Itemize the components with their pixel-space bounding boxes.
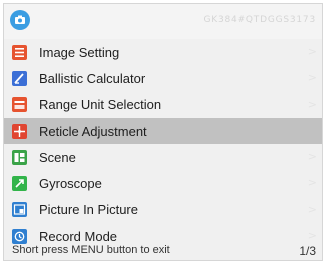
record-mode-icon <box>12 228 27 244</box>
picture-in-picture-icon <box>12 202 27 218</box>
chevron-right-icon: > <box>307 45 317 58</box>
exit-hint: Short press MENU button to exit <box>12 244 170 256</box>
page-indicator: 1/3 <box>299 244 316 258</box>
menu-item-label: Scene <box>39 149 76 165</box>
device-serial: GK384#QTDGGS3173 <box>203 15 316 25</box>
chevron-right-icon: > <box>307 202 317 216</box>
menu-item-reticle-adjustment[interactable]: Reticle Adjustment <box>4 117 322 145</box>
settings-menu-panel: GK384#QTDGGS3173 Image Setting > Ballist… <box>3 3 323 261</box>
menu-item-ballistic-calculator[interactable]: Ballistic Calculator > <box>4 65 322 91</box>
menu-item-label: Image Setting <box>39 44 120 60</box>
chevron-right-icon: > <box>307 71 317 85</box>
menu-item-scene[interactable]: Scene > <box>4 144 322 170</box>
gyroscope-icon <box>12 176 27 192</box>
menu-item-gyroscope[interactable]: Gyroscope > <box>4 170 322 196</box>
menu-item-label: Picture In Picture <box>39 202 138 218</box>
menu-item-range-unit-selection[interactable]: Range Unit Selection > <box>4 92 322 118</box>
menu-item-image-setting[interactable]: Image Setting > <box>4 39 322 65</box>
chevron-right-icon: > <box>307 97 317 111</box>
menu-item-picture-in-picture[interactable]: Picture In Picture > <box>4 197 322 223</box>
chevron-right-icon: > <box>307 150 317 164</box>
menu-list: Image Setting > Ballistic Calculator > R… <box>4 39 322 249</box>
range-unit-icon <box>12 97 27 113</box>
menu-header: GK384#QTDGGS3173 <box>4 4 322 39</box>
chevron-right-icon: > <box>307 176 317 190</box>
camera-icon <box>10 10 30 30</box>
chevron-right-icon: > <box>307 229 317 243</box>
menu-item-label: Reticle Adjustment <box>39 123 147 139</box>
menu-item-label: Gyroscope <box>39 176 102 192</box>
reticle-icon <box>12 123 27 139</box>
menu-item-label: Record Mode <box>39 228 118 244</box>
menu-item-label: Ballistic Calculator <box>39 70 146 86</box>
scene-icon <box>12 149 27 165</box>
menu-footer: Short press MENU button to exit 1/3 <box>4 244 322 261</box>
menu-item-label: Range Unit Selection <box>39 97 162 113</box>
image-setting-icon <box>12 44 27 60</box>
ballistic-calculator-icon <box>12 70 27 86</box>
